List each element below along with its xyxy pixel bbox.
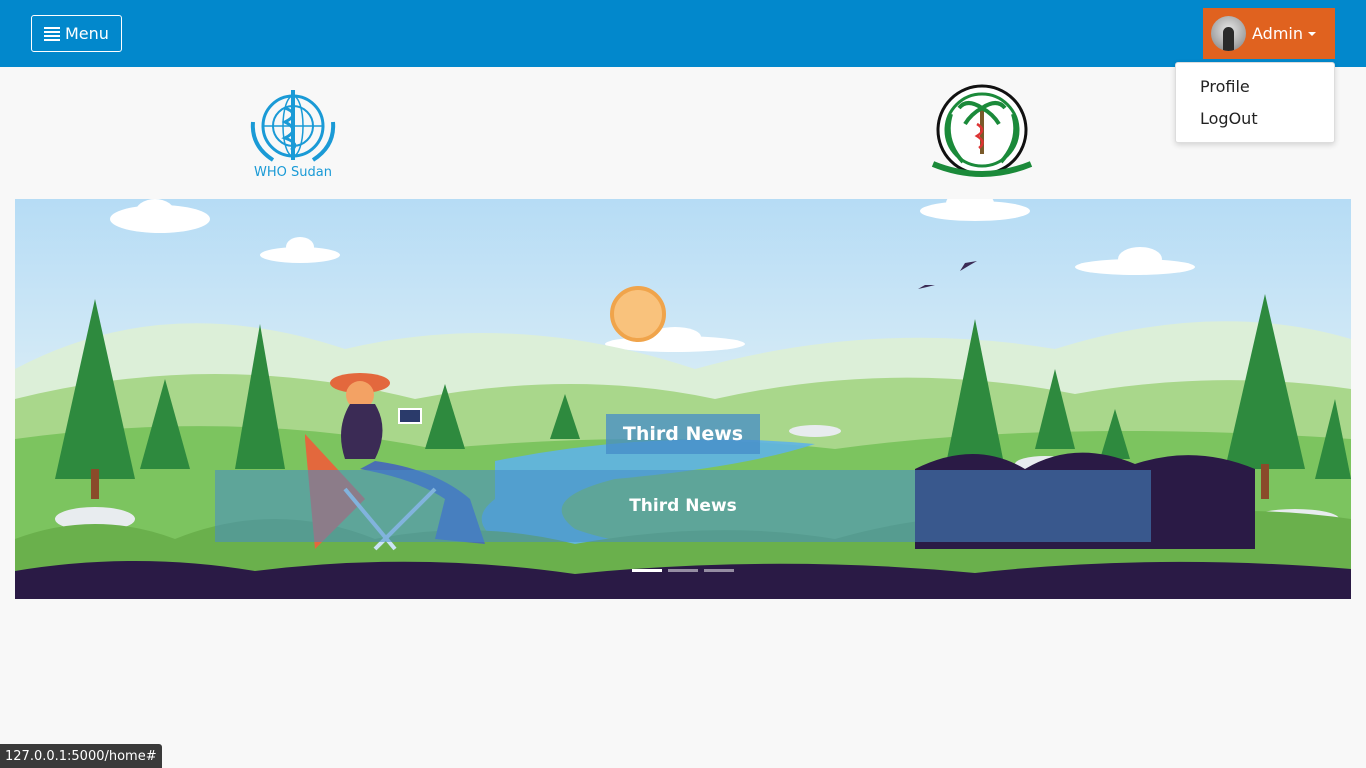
avatar [1211,16,1246,51]
ministry-of-health-logo [927,84,1037,182]
browser-status-url: 127.0.0.1:5000/home# [0,744,162,768]
menu-button[interactable]: Menu [31,15,122,52]
profile-menu-item[interactable]: Profile [1200,77,1250,96]
carousel-caption-body: Third News [215,470,1151,542]
logout-menu-item[interactable]: LogOut [1200,109,1258,128]
top-navbar: Menu Admin [0,0,1366,67]
user-name: Admin [1252,24,1303,43]
menu-bars-icon [44,26,60,41]
carousel-indicator-1[interactable] [632,569,662,572]
carousel-caption-title: Third News [606,414,760,454]
carousel-indicator-2[interactable] [668,569,698,572]
carousel-indicator-3[interactable] [704,569,734,572]
carousel-indicators [632,569,734,572]
user-dropdown-toggle[interactable]: Admin [1203,8,1335,59]
caret-down-icon [1308,31,1316,36]
user-dropdown-menu: Profile LogOut [1175,62,1335,143]
who-sudan-caption: WHO Sudan [254,165,332,180]
menu-button-label: Menu [65,24,109,43]
